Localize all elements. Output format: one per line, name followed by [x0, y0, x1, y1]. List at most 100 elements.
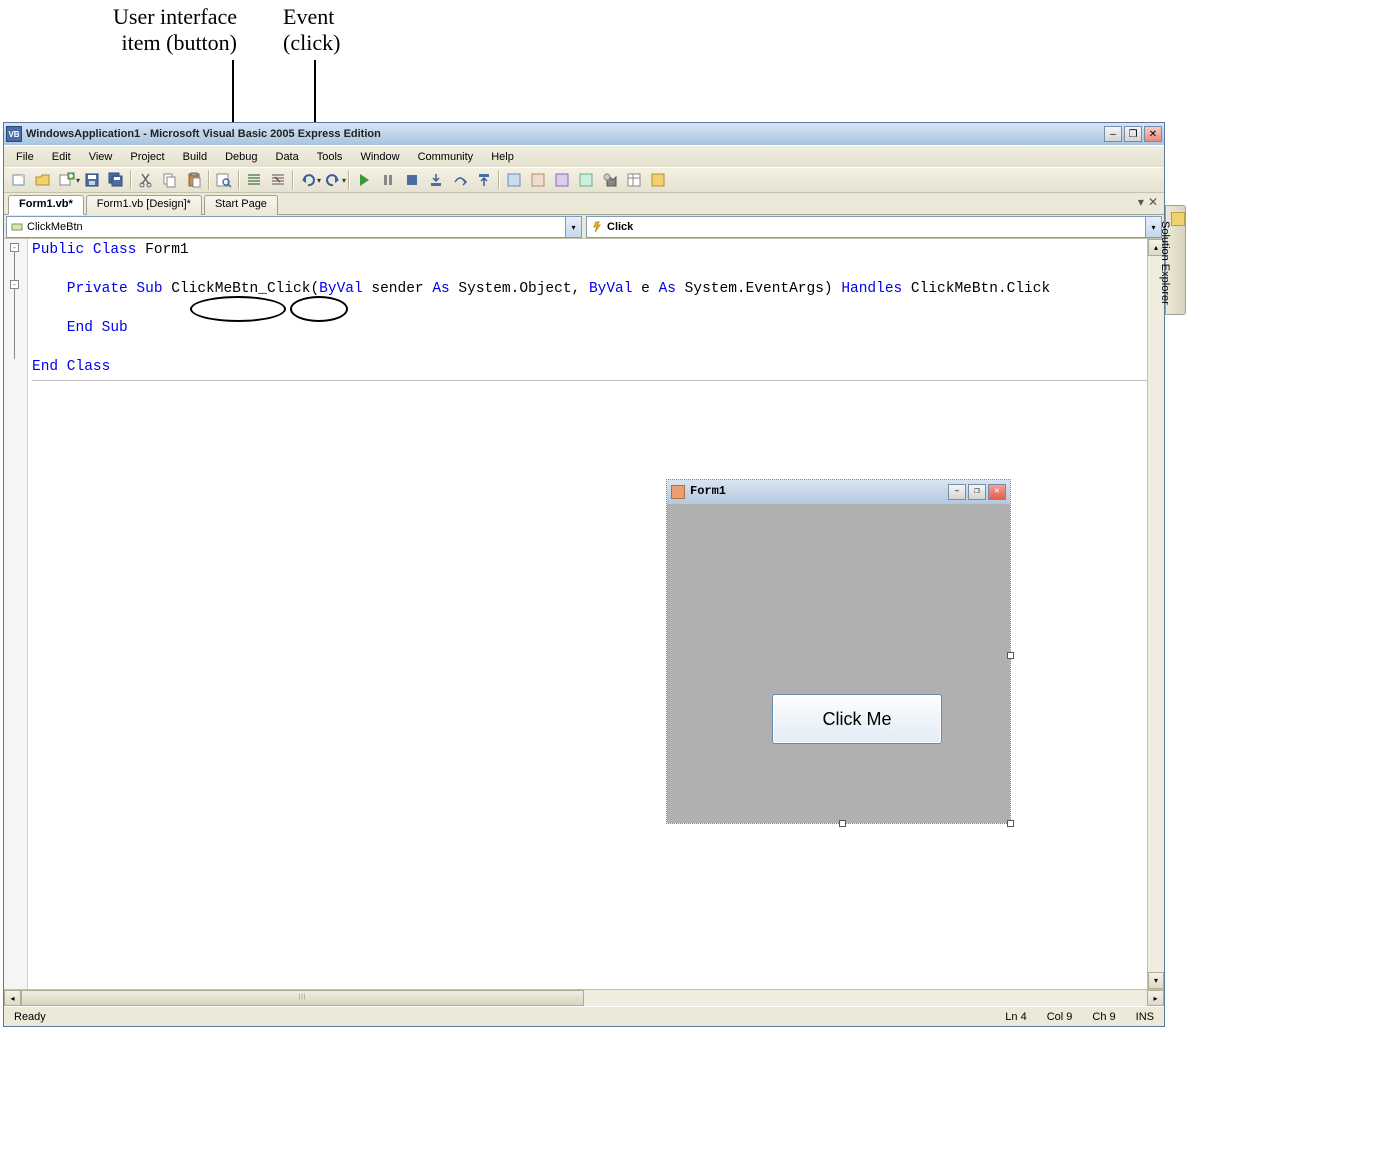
toolbar-stop-icon[interactable] — [401, 169, 423, 191]
toolbar-open-icon[interactable] — [32, 169, 54, 191]
menu-debug[interactable]: Debug — [217, 149, 265, 165]
code-gutter: - - — [4, 239, 28, 989]
close-button[interactable]: ✕ — [1144, 126, 1162, 142]
fold-toggle-icon[interactable]: - — [10, 280, 19, 289]
scroll-track[interactable]: ||| — [21, 990, 1147, 1006]
resize-handle[interactable] — [1007, 652, 1014, 659]
toolbar-pause-icon[interactable] — [377, 169, 399, 191]
document-tabs: Form1.vb* Form1.vb [Design]* Start Page … — [4, 193, 1164, 215]
toolbar-add-item-icon[interactable] — [56, 169, 78, 191]
event-dropdown-value: Click — [607, 221, 633, 233]
designer-title-bar[interactable]: Form1 – ❐ ✕ — [667, 480, 1010, 504]
toolbar-start-debug-icon[interactable] — [353, 169, 375, 191]
tab-form1-vb[interactable]: Form1.vb* — [8, 195, 84, 215]
menu-data[interactable]: Data — [268, 149, 307, 165]
scroll-track[interactable] — [1148, 256, 1164, 972]
object-dropdown-icon — [11, 221, 23, 233]
status-line: Ln 4 — [995, 1011, 1036, 1023]
designer-window[interactable]: Form1 – ❐ ✕ Click Me — [666, 479, 1011, 824]
clickme-button[interactable]: Click Me — [772, 694, 942, 744]
fold-toggle-icon[interactable]: - — [10, 243, 19, 252]
annotation-label-ui-line2: item (button) — [122, 30, 237, 55]
resize-handle[interactable] — [1007, 820, 1014, 827]
toolbar-redo-icon[interactable] — [322, 169, 344, 191]
solution-explorer-icon — [1171, 212, 1185, 226]
toolbar-save-all-icon[interactable] — [105, 169, 127, 191]
menu-file[interactable]: File — [8, 149, 42, 165]
tab-form1-design[interactable]: Form1.vb [Design]* — [86, 195, 202, 215]
form-icon — [671, 485, 685, 499]
menu-community[interactable]: Community — [410, 149, 482, 165]
menu-bar: File Edit View Project Build Debug Data … — [4, 145, 1164, 167]
toolbar-save-icon[interactable] — [81, 169, 103, 191]
toolbar-find-icon[interactable] — [213, 169, 235, 191]
toolbar-add-dropdown-icon[interactable]: ▾ — [76, 176, 80, 185]
solution-explorer-tab[interactable]: Solution Explorer — [1165, 205, 1186, 315]
toolbar: ▾ ▾ ▾ — [4, 167, 1164, 193]
annotation-label-event-line1: Event — [283, 4, 334, 29]
toolbar-cut-icon[interactable] — [135, 169, 157, 191]
toolbar-properties-icon[interactable] — [623, 169, 645, 191]
minimize-button[interactable]: – — [1104, 126, 1122, 142]
tab-close-icon[interactable]: ✕ — [1148, 195, 1158, 209]
object-dropdown-value: ClickMeBtn — [27, 221, 83, 233]
menu-tools[interactable]: Tools — [309, 149, 351, 165]
toolbar-window2-icon[interactable] — [527, 169, 549, 191]
object-dropdown[interactable]: ClickMeBtn ▾ — [6, 216, 582, 238]
toolbar-step-into-icon[interactable] — [425, 169, 447, 191]
scroll-thumb[interactable]: ||| — [21, 990, 584, 1006]
toolbar-window3-icon[interactable] — [551, 169, 573, 191]
vertical-scrollbar[interactable]: ▴ ▾ — [1147, 239, 1164, 989]
menu-help[interactable]: Help — [483, 149, 522, 165]
code-body[interactable]: Public Class Form1 Private Sub ClickMeBt… — [28, 239, 1147, 989]
designer-close-button[interactable]: ✕ — [988, 484, 1006, 500]
dropdown-arrow-icon[interactable]: ▾ — [565, 217, 581, 237]
event-dropdown[interactable]: Click ▾ — [586, 216, 1162, 238]
solution-explorer-label: Solution Explorer — [1159, 221, 1171, 305]
menu-build[interactable]: Build — [175, 149, 215, 165]
resize-handle[interactable] — [839, 820, 846, 827]
status-bar: Ready Ln 4 Col 9 Ch 9 INS — [4, 1006, 1164, 1026]
toolbar-uncomment-icon[interactable] — [267, 169, 289, 191]
annotation-label-event-line2: (click) — [283, 30, 340, 55]
menu-view[interactable]: View — [81, 149, 121, 165]
toolbar-comment-icon[interactable] — [243, 169, 265, 191]
maximize-button[interactable]: ❐ — [1124, 126, 1142, 142]
toolbar-options-icon[interactable] — [647, 169, 669, 191]
menu-project[interactable]: Project — [122, 149, 172, 165]
toolbar-step-over-icon[interactable] — [449, 169, 471, 191]
toolbar-window1-icon[interactable] — [503, 169, 525, 191]
toolbar-copy-icon[interactable] — [159, 169, 181, 191]
toolbar-paste-icon[interactable] — [183, 169, 205, 191]
code-navigator: ClickMeBtn ▾ Click ▾ — [4, 215, 1164, 239]
code-editor[interactable]: - - Public Class Form1 Private Sub Click… — [4, 239, 1164, 989]
toolbar-window4-icon[interactable] — [575, 169, 597, 191]
menu-edit[interactable]: Edit — [44, 149, 79, 165]
scroll-down-icon[interactable]: ▾ — [1148, 972, 1164, 989]
toolbar-undo-icon[interactable] — [297, 169, 319, 191]
event-dropdown-icon — [591, 221, 603, 233]
tab-dropdown-icon[interactable]: ▾ — [1138, 195, 1144, 209]
horizontal-scrollbar[interactable]: ◂ ||| ▸ — [4, 989, 1164, 1006]
status-ready: Ready — [4, 1011, 56, 1023]
status-ch: Ch 9 — [1082, 1011, 1125, 1023]
title-bar[interactable]: VB WindowsApplication1 - Microsoft Visua… — [4, 123, 1164, 145]
menu-window[interactable]: Window — [352, 149, 407, 165]
designer-surface[interactable]: Click Me — [667, 504, 1010, 823]
toolbar-undo-dropdown-icon[interactable]: ▾ — [317, 176, 321, 185]
scroll-left-icon[interactable]: ◂ — [4, 990, 21, 1006]
tab-start-page[interactable]: Start Page — [204, 195, 278, 215]
toolbar-toolbox-icon[interactable] — [599, 169, 621, 191]
designer-title: Form1 — [690, 482, 948, 502]
annotation-overlay: User interface item (button) Event (clic… — [0, 0, 1375, 120]
app-icon: VB — [6, 126, 22, 142]
toolbar-new-project-icon[interactable] — [8, 169, 30, 191]
designer-minimize-button[interactable]: – — [948, 484, 966, 500]
scroll-right-icon[interactable]: ▸ — [1147, 990, 1164, 1006]
toolbar-redo-dropdown-icon[interactable]: ▾ — [342, 176, 346, 185]
window-title: WindowsApplication1 - Microsoft Visual B… — [26, 128, 1104, 140]
status-ins: INS — [1126, 1011, 1164, 1023]
designer-maximize-button[interactable]: ❐ — [968, 484, 986, 500]
ide-window: VB WindowsApplication1 - Microsoft Visua… — [3, 122, 1165, 1027]
toolbar-step-out-icon[interactable] — [473, 169, 495, 191]
